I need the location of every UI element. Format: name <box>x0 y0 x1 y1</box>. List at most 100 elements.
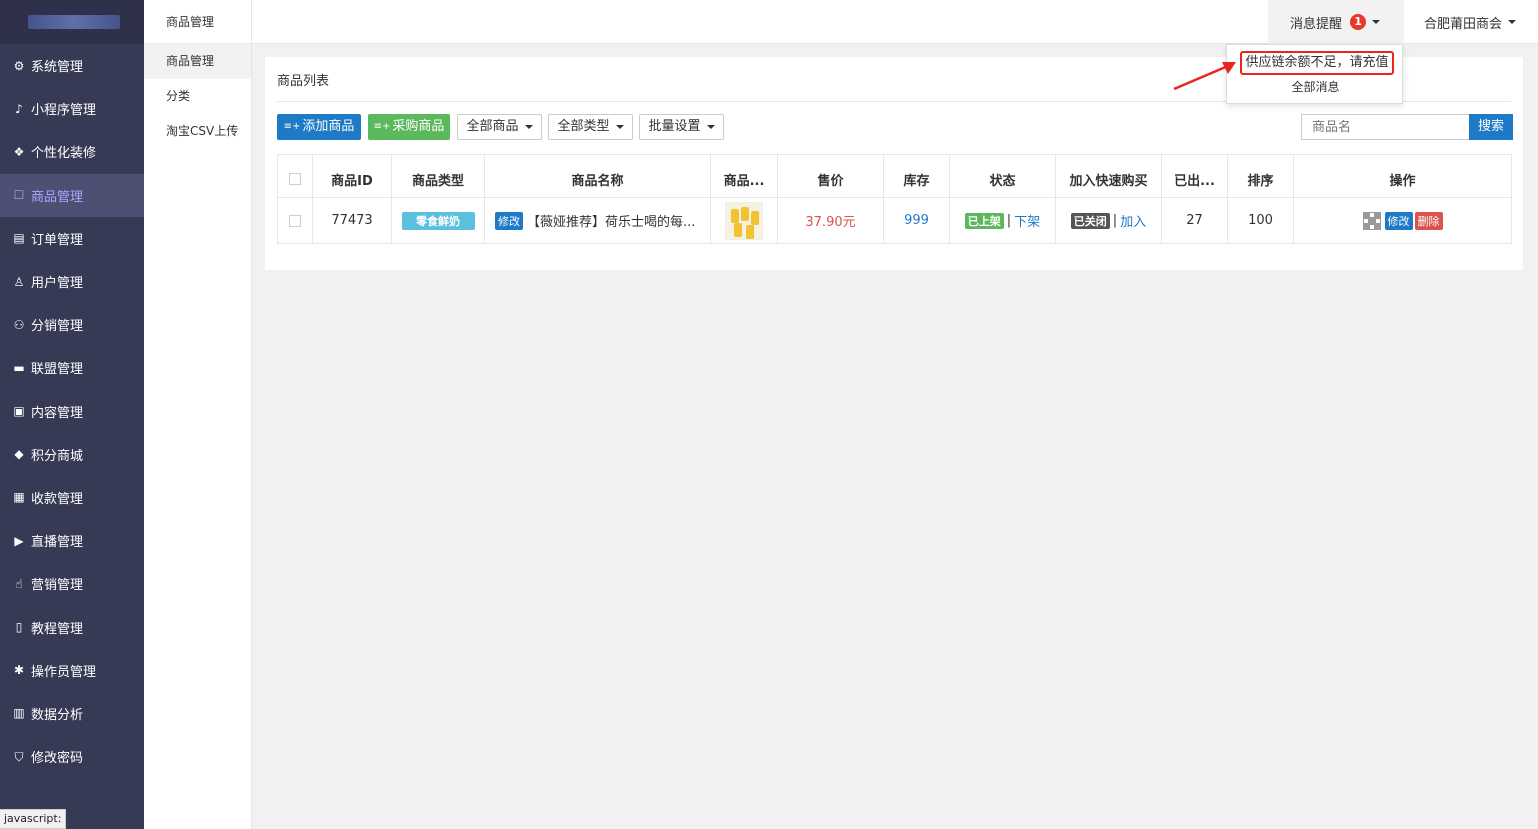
sidebar-menu: ⚙ 系统管理 ♪ 小程序管理 ❖ 个性化装修 ☐ 商品管理 ▤ 订单管理 ♙ 用户管理 ⚇ 分销管理 ▬ 联盟… <box>0 44 144 778</box>
notice-item-all[interactable]: 全部消息 <box>1227 77 1404 97</box>
all-types-select[interactable]: 全部类型 <box>548 114 633 140</box>
orders-icon: ▤ <box>13 231 25 246</box>
goods-type-cell: 零食鲜奶 <box>392 198 485 243</box>
batch-settings-select[interactable]: 批量设置 <box>639 114 724 140</box>
qrcode-icon[interactable] <box>1362 211 1381 230</box>
actions-cell: 修改 删除 <box>1294 198 1511 243</box>
delete-goods-button[interactable]: 删除 <box>1414 211 1443 230</box>
points-mall-icon: ◆ <box>14 447 24 462</box>
analytics-icon: ▥ <box>13 706 25 721</box>
separator: | <box>1112 213 1118 228</box>
sub-item-taobao-csv[interactable]: 淘宝CSV上传 <box>144 114 251 149</box>
chevron-down-icon <box>615 125 624 129</box>
marketing-icon: ☝ <box>15 576 23 591</box>
goods-icon: ☐ <box>13 188 25 203</box>
sidebar-item-system[interactable]: ⚙ 系统管理 <box>0 44 144 87</box>
table-row: 77473 零食鲜奶 修改 【薇娅推荐】荷乐士喝的每... 37.90元 999… <box>278 198 1511 243</box>
goods-name-search-input[interactable] <box>1301 114 1469 140</box>
sidebar-item-content[interactable]: ▣ 内容管理 <box>0 390 144 433</box>
sidebar-item-goods[interactable]: ☐ 商品管理 <box>0 173 144 217</box>
goods-name-cell: 修改 【薇娅推荐】荷乐士喝的每... <box>485 198 711 243</box>
batch-settings-label: 批量设置 <box>648 119 701 134</box>
sidebar: ⚙ 系统管理 ♪ 小程序管理 ❖ 个性化装修 ☐ 商品管理 ▤ 订单管理 ♙ 用户管理 ⚇ 分销管理 ▬ 联盟… <box>0 0 144 829</box>
sidebar-item-decoration[interactable]: ❖ 个性化装修 <box>0 130 144 173</box>
operators-icon: ✱ <box>13 663 25 678</box>
goods-sold: 27 <box>1162 198 1228 243</box>
add-icon: ≡+ <box>283 121 301 132</box>
sidebar-item-alliance[interactable]: ▬ 联盟管理 <box>0 346 144 389</box>
notice-count-badge: 1 <box>1350 14 1367 30</box>
search-button[interactable]: 搜索 <box>1469 114 1513 140</box>
sidebar-item-points-mall[interactable]: ◆ 积分商城 <box>0 433 144 476</box>
goods-price: 37.90元 <box>778 198 884 243</box>
sidebar-item-operators[interactable]: ✱ 操作员管理 <box>0 649 144 692</box>
password-icon: ⛉ <box>14 749 24 764</box>
goods-name: 【薇娅推荐】荷乐士喝的每... <box>527 215 696 230</box>
user-label: 合肥莆田商会 <box>1424 16 1503 32</box>
header-price: 售价 <box>778 155 884 197</box>
add-goods-button[interactable]: ≡+ 添加商品 <box>277 114 361 140</box>
top-bar: 消息提醒 1 合肥莆田商会 <box>252 0 1538 44</box>
logo-image <box>28 15 120 29</box>
sidebar-item-label: 订单管理 <box>31 232 84 248</box>
all-goods-select[interactable]: 全部商品 <box>457 114 542 140</box>
header-goods-image: 商品... <box>711 155 778 197</box>
sidebar-item-orders[interactable]: ▤ 订单管理 <box>0 217 144 260</box>
edit-goods-button[interactable]: 修改 <box>1384 211 1413 230</box>
add-goods-label: 添加商品 <box>302 119 355 134</box>
sidebar-item-miniprogram[interactable]: ♪ 小程序管理 <box>0 87 144 130</box>
purchase-icon: ≡+ <box>373 121 391 132</box>
sidebar-item-distribution[interactable]: ⚇ 分销管理 <box>0 303 144 346</box>
notice-dropdown: 供应链余额不足，请充值 全部消息 <box>1226 44 1403 104</box>
quick-buy-cell: 已关闭 | 加入 <box>1056 198 1162 243</box>
sidebar-item-label: 分销管理 <box>31 319 84 335</box>
row-checkbox[interactable] <box>289 214 301 227</box>
separator: | <box>1006 213 1012 228</box>
sidebar-item-live[interactable]: ▶ 直播管理 <box>0 519 144 562</box>
take-off-shelf-link[interactable]: 下架 <box>1014 211 1040 230</box>
content-icon: ▣ <box>13 404 25 419</box>
select-all-checkbox[interactable] <box>289 173 301 185</box>
sidebar-item-label: 小程序管理 <box>31 103 97 119</box>
miniprogram-icon: ♪ <box>15 101 23 116</box>
annotation-arrow-icon <box>1173 62 1236 91</box>
all-types-label: 全部类型 <box>557 119 610 134</box>
goods-status-cell: 已上架 | 下架 <box>950 198 1056 243</box>
edit-name-button[interactable]: 修改 <box>495 211 523 230</box>
sidebar-item-marketing[interactable]: ☝ 营销管理 <box>0 562 144 605</box>
sidebar-item-analytics[interactable]: ▥ 数据分析 <box>0 692 144 735</box>
notice-button[interactable]: 消息提醒 1 <box>1268 0 1404 44</box>
sidebar-item-password[interactable]: ⛉ 修改密码 <box>0 735 144 778</box>
sidebar-item-payment[interactable]: ▦ 收款管理 <box>0 476 144 519</box>
distribution-icon: ⚇ <box>13 317 25 332</box>
sidebar-item-users[interactable]: ♙ 用户管理 <box>0 260 144 303</box>
sidebar-item-label: 教程管理 <box>31 621 84 637</box>
sub-sidebar: 商品管理 商品管理 分类 淘宝CSV上传 <box>144 0 252 829</box>
sidebar-item-label: 修改密码 <box>31 751 84 767</box>
header-goods-type: 商品类型 <box>392 155 485 197</box>
system-icon: ⚙ <box>13 58 25 73</box>
sub-item-goods[interactable]: 商品管理 <box>144 44 251 79</box>
quick-buy-join-link[interactable]: 加入 <box>1120 211 1146 230</box>
goods-stock-link[interactable]: 999 <box>884 198 950 243</box>
browser-status-bar: javascript: <box>0 809 67 829</box>
logo[interactable] <box>0 0 144 44</box>
sidebar-item-label: 收款管理 <box>31 491 84 507</box>
header-stock: 库存 <box>884 155 950 197</box>
goods-thumbnail[interactable] <box>725 201 763 240</box>
sub-sidebar-title: 商品管理 <box>144 0 251 44</box>
header-goods-name: 商品名称 <box>485 155 711 197</box>
notice-item-balance[interactable]: 供应链余额不足，请充值 <box>1240 51 1394 75</box>
purchase-goods-button[interactable]: ≡+ 采购商品 <box>368 114 450 140</box>
user-menu-button[interactable]: 合肥莆田商会 <box>1424 0 1517 44</box>
sidebar-item-label: 个性化装修 <box>31 146 97 162</box>
panel-title: 商品列表 <box>277 74 330 89</box>
sidebar-item-label: 内容管理 <box>31 405 84 421</box>
decoration-icon: ❖ <box>13 144 25 159</box>
sub-item-category[interactable]: 分类 <box>144 79 251 114</box>
header-sort: 排序 <box>1228 155 1294 197</box>
sidebar-item-tutorial[interactable]: ▯ 教程管理 <box>0 605 144 648</box>
tutorial-icon: ▯ <box>15 620 23 635</box>
goods-type-tag: 零食鲜奶 <box>401 211 475 230</box>
chevron-down-icon <box>1372 20 1381 24</box>
